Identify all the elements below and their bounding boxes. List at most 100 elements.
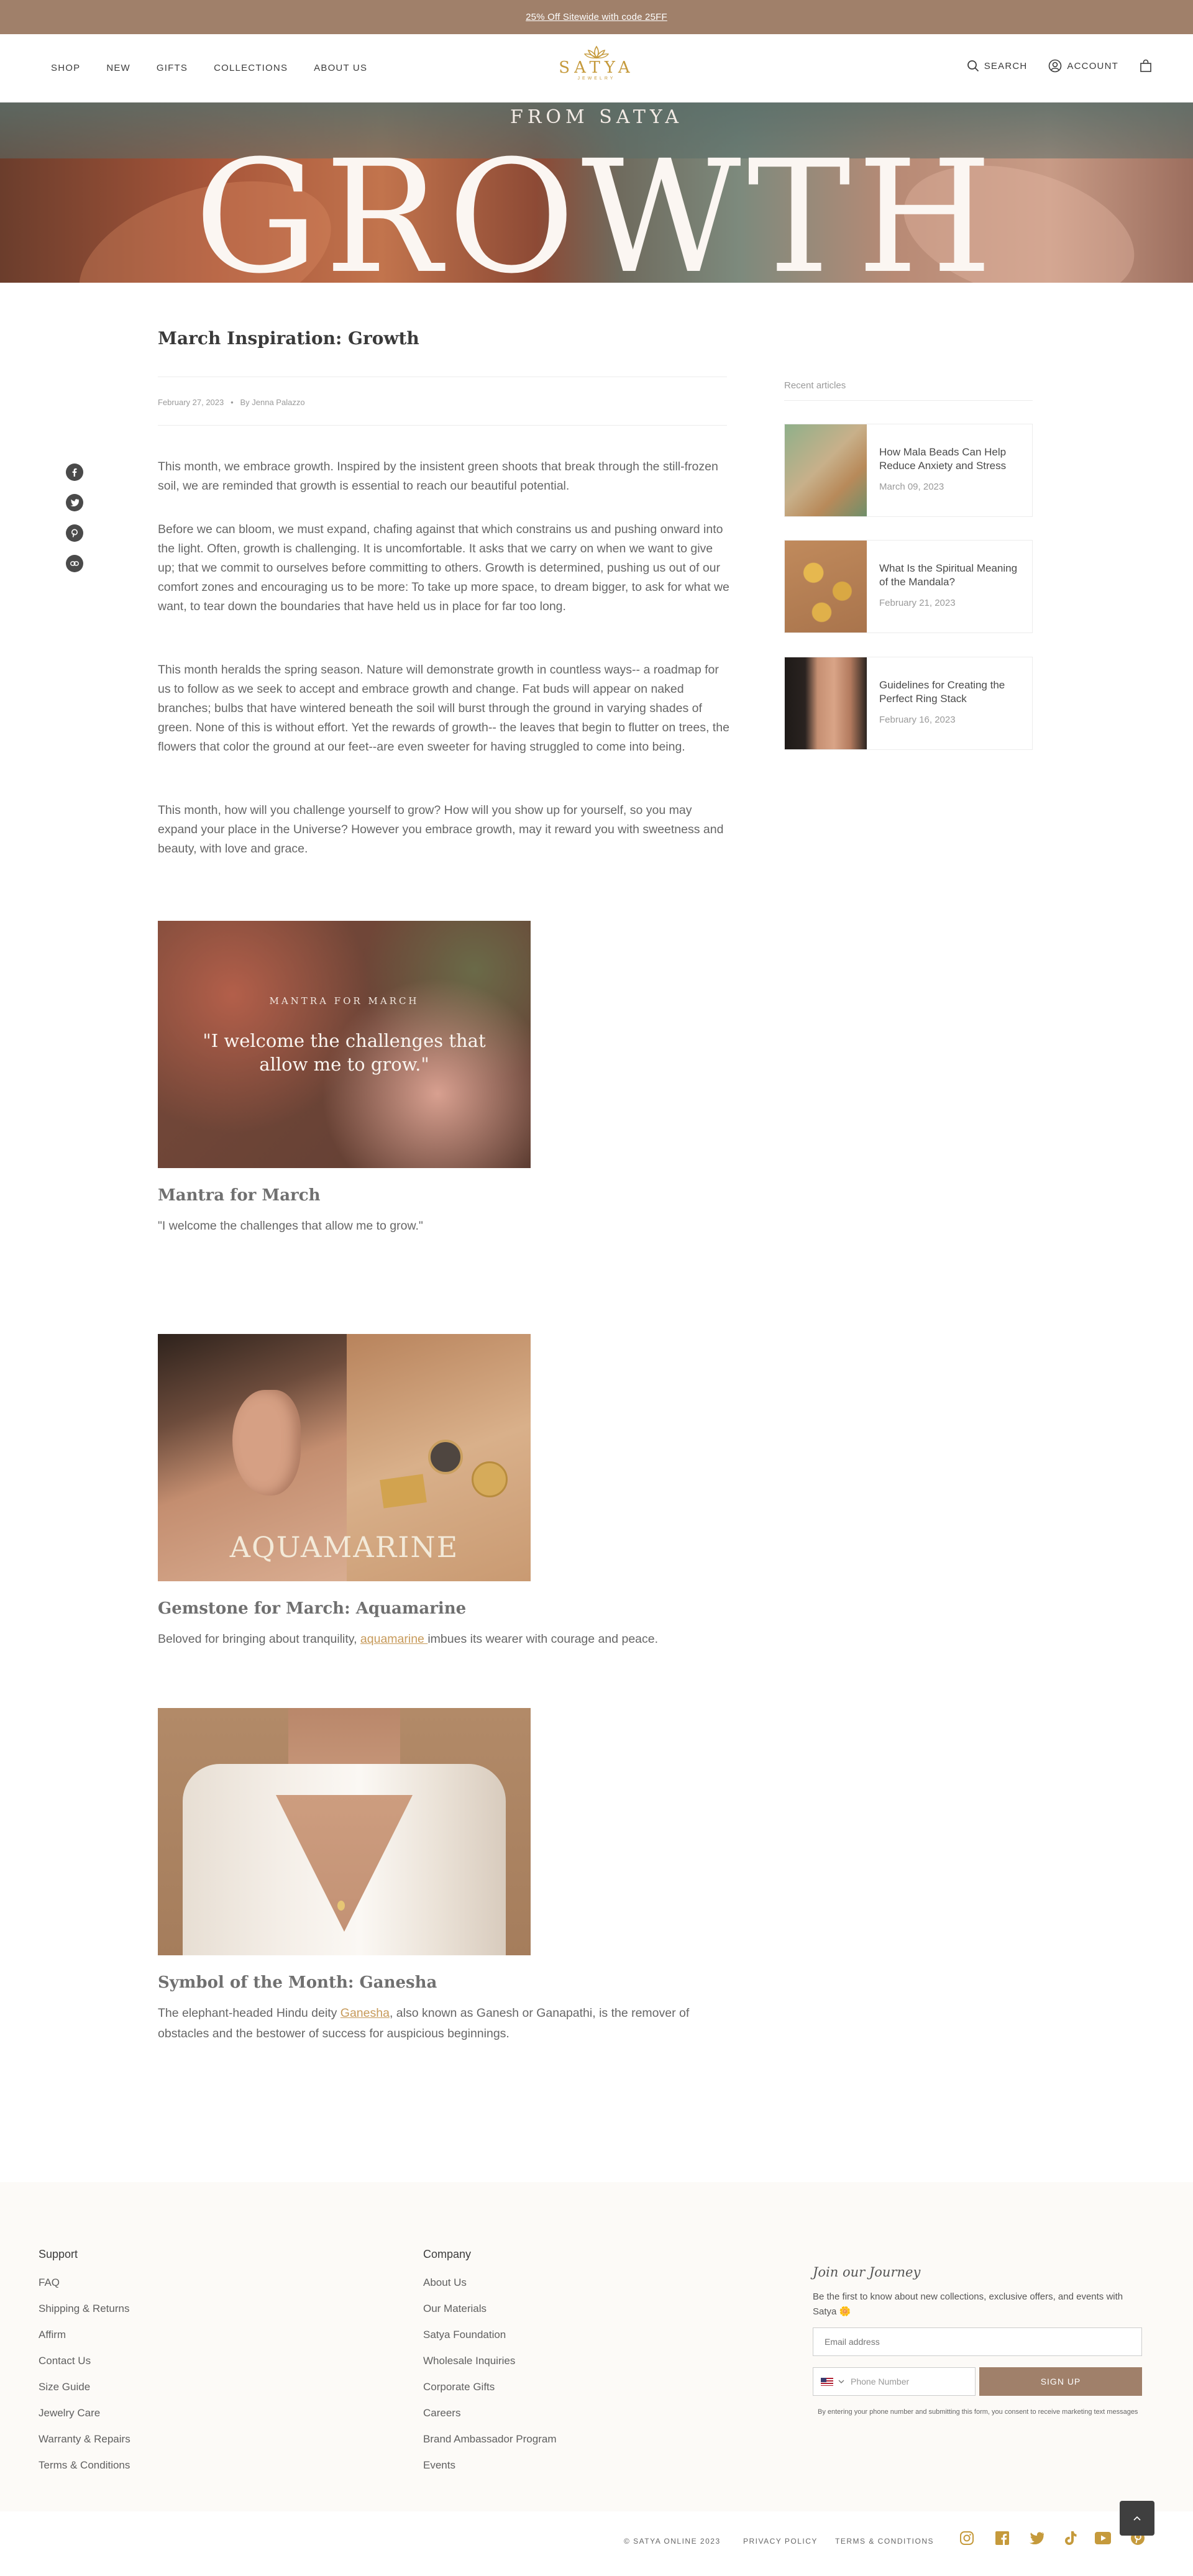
recent-article-card[interactable]: How Mala Beads Can Help Reduce Anxiety a… [784,424,1033,517]
footer-link-affirm[interactable]: Affirm [39,2329,66,2341]
gemstone-text: Beloved for bringing about tranquility, … [158,1629,729,1650]
account-button[interactable]: ACCOUNT [1048,59,1118,73]
recent-article-title: What Is the Spiritual Meaning of the Man… [879,562,1018,588]
mantra-text: "I welcome the challenges that allow me … [158,1219,423,1233]
pinterest-icon [71,529,78,537]
symbol-text-pre: The elephant-headed Hindu deity [158,2006,341,2020]
nav-gifts[interactable]: GIFTS [157,63,188,73]
aqua-pendant-gold [472,1461,508,1497]
facebook-icon [72,468,77,477]
search-button[interactable]: SEARCH [967,60,1028,72]
aqua-ear-shape [232,1390,301,1496]
copyright: © SATYA ONLINE 2023 [624,2537,721,2546]
site-logo[interactable]: SATYA JEWELRY [547,45,646,94]
instagram-link[interactable] [959,2530,975,2546]
share-link-button[interactable] [66,555,83,572]
article-author: By Jenna Palazzo [240,398,305,407]
main-nav: SHOP NEW GIFTS COLLECTIONS ABOUT US [51,63,367,73]
site-header: SHOP NEW GIFTS COLLECTIONS ABOUT US SATY… [0,34,1193,103]
recent-article-thumb [785,424,867,516]
hero-eyebrow: FROM SATYA [510,106,683,128]
search-label: SEARCH [984,60,1028,71]
recent-article-thumb [785,541,867,633]
nav-about-us[interactable]: ABOUT US [314,63,367,73]
lotus-icon [584,45,609,59]
privacy-policy-link[interactable]: PRIVACY POLICY [743,2537,818,2546]
footer-link-ambassador[interactable]: Brand Ambassador Program [423,2433,557,2446]
twitter-link[interactable] [1028,2530,1044,2546]
nav-new[interactable]: NEW [106,63,130,73]
footer-link-contact[interactable]: Contact Us [39,2355,91,2367]
article-paragraph-2: Before we can bloom, we must expand, cha… [158,523,729,613]
aquamarine-link[interactable]: aquamarine [360,1632,427,1646]
logo-name: SATYA [559,58,634,77]
newsletter-text: Be the first to know about new collectio… [813,2291,1123,2317]
cart-button[interactable] [1140,59,1152,73]
footer-link-wholesale[interactable]: Wholesale Inquiries [423,2355,515,2367]
share-pinterest-button[interactable] [66,524,83,542]
footer-link-terms[interactable]: Terms & Conditions [39,2459,130,2472]
recent-article-title: How Mala Beads Can Help Reduce Anxiety a… [879,446,1007,472]
back-to-top-button[interactable] [1120,2501,1154,2536]
consent-text: By entering your phone number and submit… [818,2408,1138,2416]
mantra-image: MANTRA FOR MARCH "I welcome the challeng… [158,921,531,1168]
article-meta: February 27, 2023 • By Jenna Palazzo [158,398,305,407]
nav-shop[interactable]: SHOP [51,63,80,73]
share-twitter-button[interactable] [66,494,83,511]
footer-link-foundation[interactable]: Satya Foundation [423,2329,506,2341]
email-input[interactable] [813,2327,1142,2356]
meta-divider [158,425,727,426]
facebook-link[interactable] [994,2530,1010,2546]
footer-link-faq[interactable]: FAQ [39,2277,60,2289]
footer-company-heading: Company [423,2248,472,2260]
footer-link-size-guide[interactable]: Size Guide [39,2381,90,2393]
announcement-link[interactable]: 25% Off Sitewide with code 25FF [526,12,667,22]
footer-link-shipping[interactable]: Shipping & Returns [39,2303,129,2315]
terms-link[interactable]: TERMS & CONDITIONS [835,2537,934,2546]
article-paragraph-3: This month heralds the spring season. Na… [158,663,729,754]
hero-banner: FROM SATYA GROWTH [0,103,1193,283]
recent-article-thumb [785,657,867,749]
header-actions: SEARCH ACCOUNT [967,59,1152,73]
footer-link-jewelry-care[interactable]: Jewelry Care [39,2407,100,2419]
us-flag-icon[interactable] [821,2377,833,2386]
footer-link-corporate[interactable]: Corporate Gifts [423,2381,495,2393]
footer-support-heading: Support [39,2248,78,2260]
chevron-down-icon[interactable] [838,2380,844,2383]
recent-article-card[interactable]: What Is the Spiritual Meaning of the Man… [784,540,1033,633]
facebook-icon [995,2531,1009,2545]
youtube-link[interactable] [1095,2530,1111,2546]
footer-link-careers[interactable]: Careers [423,2407,460,2419]
footer-link-about[interactable]: About Us [423,2277,467,2289]
recent-article-title: Guidelines for Creating the Perfect Ring… [879,679,1005,705]
footer-link-events[interactable]: Events [423,2459,455,2472]
footer-link-warranty[interactable]: Warranty & Repairs [39,2433,130,2446]
recent-article-date: February 21, 2023 [879,598,956,608]
link-icon [70,561,79,566]
symbol-heading: Symbol of the Month: Ganesha [158,1973,437,1992]
signup-button[interactable]: SIGN UP [979,2367,1142,2396]
announcement-bar: 25% Off Sitewide with code 25FF [0,0,1193,34]
newsletter-heading: Join our Journey [813,2265,921,2280]
ganesha-link[interactable]: Ganesha [341,2006,390,2020]
nav-collections[interactable]: COLLECTIONS [214,63,288,73]
meta-separator: • [226,398,238,407]
recent-article-date: March 09, 2023 [879,482,944,492]
sidebar-divider [784,400,1033,401]
cart-icon [1140,59,1151,72]
logo-sub: JEWELRY [577,76,616,81]
recent-article-card[interactable]: Guidelines for Creating the Perfect Ring… [784,657,1033,750]
gemstone-heading: Gemstone for March: Aquamarine [158,1599,467,1618]
twitter-icon [1029,2532,1044,2544]
aqua-image-word: AQUAMARINE [229,1530,459,1564]
share-facebook-button[interactable] [66,464,83,481]
ganesha-pendant [337,1901,345,1911]
tiktok-link[interactable] [1063,2530,1079,2546]
instagram-icon [960,2531,974,2545]
aqua-pendant-dark [428,1440,463,1474]
phone-field[interactable]: Phone Number [813,2367,976,2396]
article-title: March Inspiration: Growth [158,328,419,349]
article-date: February 27, 2023 [158,398,224,407]
recent-article-date: February 16, 2023 [879,715,956,725]
footer-link-materials[interactable]: Our Materials [423,2303,487,2315]
